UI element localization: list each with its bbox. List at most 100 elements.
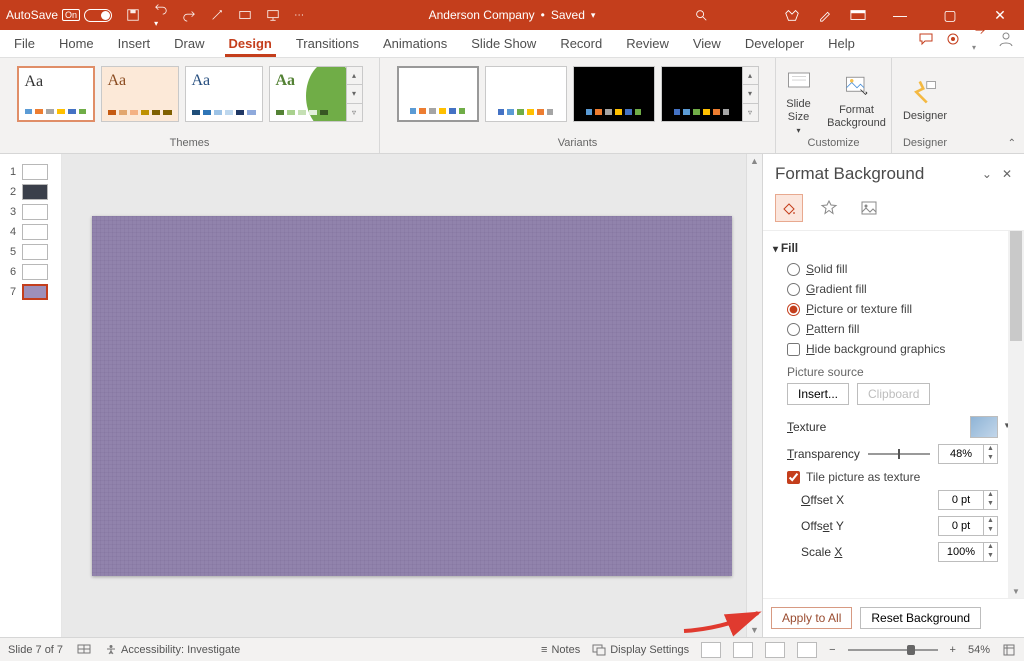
tab-file[interactable]: File [10, 30, 39, 57]
tab-insert[interactable]: Insert [114, 30, 155, 57]
reset-background-button[interactable]: Reset Background [860, 607, 981, 629]
tab-design[interactable]: Design [225, 30, 276, 57]
thumb-number: 1 [10, 166, 16, 178]
undo-icon[interactable]: ▾ [154, 1, 168, 29]
slide-size-icon [785, 66, 813, 94]
insert-button[interactable]: Insert... [787, 383, 849, 405]
reading-view-button[interactable] [765, 642, 785, 658]
language-icon[interactable] [77, 644, 91, 656]
premium-icon[interactable] [784, 8, 800, 22]
canvas-scrollbar[interactable] [746, 154, 762, 637]
variant-thumb-2[interactable] [485, 66, 567, 122]
fill-section-header[interactable]: Fill [773, 237, 1020, 259]
picture-fill-radio[interactable]: Picture or texture fill [773, 299, 1020, 319]
solid-fill-radio[interactable]: Solid fill [773, 259, 1020, 279]
slide-thumbnail[interactable]: 3 [0, 202, 61, 222]
variant-thumb-3[interactable] [573, 66, 655, 122]
tab-record[interactable]: Record [556, 30, 606, 57]
tab-developer[interactable]: Developer [741, 30, 808, 57]
minimize-button[interactable]: — [884, 0, 916, 30]
effects-tab-icon[interactable] [815, 194, 843, 222]
variant-thumb-4[interactable] [661, 66, 743, 122]
search-icon[interactable] [694, 8, 708, 22]
zoom-level[interactable]: 54% [968, 644, 990, 656]
theme-thumb-3[interactable]: Aa [185, 66, 263, 122]
slide-canvas[interactable] [92, 216, 732, 576]
slide-thumbnail[interactable]: 2 [0, 182, 61, 202]
panel-scrollbar[interactable]: ▲▼ [1008, 231, 1024, 598]
tab-animations[interactable]: Animations [379, 30, 451, 57]
picture-tab-icon[interactable] [855, 194, 883, 222]
tile-checkbox[interactable]: Tile picture as texture [773, 467, 1020, 487]
normal-view-button[interactable] [701, 642, 721, 658]
texture-dropdown[interactable] [970, 416, 998, 438]
slide-size-button[interactable]: Slide Size ▾ [776, 66, 822, 136]
title-dropdown-icon[interactable]: ▾ [591, 10, 596, 21]
ribbon-mode-icon[interactable] [850, 9, 866, 21]
autosave-toggle[interactable]: AutoSave On [6, 8, 112, 22]
format-background-button[interactable]: Format Background [822, 66, 892, 136]
slide-thumbnail[interactable]: 7 [0, 282, 61, 302]
fit-to-window-button[interactable] [1002, 643, 1016, 657]
variants-scroll[interactable]: ▴▾▿ [743, 66, 759, 122]
slide-counter[interactable]: Slide 7 of 7 [8, 644, 63, 656]
scale-x-spinner[interactable]: ▲▼ [938, 542, 998, 562]
variants-gallery[interactable] [397, 66, 743, 122]
zoom-out-button[interactable]: − [829, 644, 835, 656]
slide-thumbnail[interactable]: 6 [0, 262, 61, 282]
transparency-spinner[interactable]: ▲▼ [938, 444, 998, 464]
notes-button[interactable]: ≡ Notes [541, 644, 580, 656]
tab-review[interactable]: Review [622, 30, 673, 57]
record-icon[interactable] [946, 32, 960, 46]
close-button[interactable]: ✕ [984, 0, 1016, 30]
tab-home[interactable]: Home [55, 30, 98, 57]
theme-thumb-4[interactable]: Aa [269, 66, 347, 122]
tab-view[interactable]: View [689, 30, 725, 57]
fill-tab-icon[interactable] [775, 194, 803, 222]
maximize-button[interactable]: ▢ [934, 0, 966, 30]
save-icon[interactable] [126, 8, 140, 22]
slide-thumbnail[interactable]: 1 [0, 162, 61, 182]
ribbon-collapse-icon[interactable]: ⌃ [1008, 138, 1016, 149]
variant-thumb-1[interactable] [397, 66, 479, 122]
zoom-in-button[interactable]: + [950, 644, 956, 656]
qat-overflow-icon[interactable]: ⋯ [294, 10, 304, 21]
autosave-state: On [62, 9, 80, 21]
slide-thumbnail[interactable]: 4 [0, 222, 61, 242]
hide-bg-checkbox[interactable]: Hide background graphics [773, 339, 1020, 359]
tab-draw[interactable]: Draw [170, 30, 208, 57]
quick-icon-2[interactable] [238, 8, 252, 22]
theme-thumb-2[interactable]: Aa [101, 66, 179, 122]
theme-thumb-1[interactable]: Aa [17, 66, 95, 122]
texture-label: Texture [787, 420, 962, 434]
themes-scroll[interactable]: ▴▾▿ [347, 66, 363, 122]
tab-help[interactable]: Help [824, 30, 859, 57]
account-icon[interactable] [998, 31, 1014, 47]
display-settings-button[interactable]: Display Settings [592, 644, 689, 656]
sorter-view-button[interactable] [733, 642, 753, 658]
thumb-preview [22, 224, 48, 240]
offset-x-spinner[interactable]: ▲▼ [938, 490, 998, 510]
offset-y-spinner[interactable]: ▲▼ [938, 516, 998, 536]
panel-close-icon[interactable]: ✕ [1002, 167, 1012, 181]
themes-gallery[interactable]: Aa Aa Aa Aa [17, 66, 347, 122]
thumb-number: 5 [10, 246, 16, 258]
zoom-slider[interactable] [848, 649, 938, 651]
comments-icon[interactable] [918, 32, 934, 46]
quick-icon-1[interactable] [210, 8, 224, 22]
pattern-fill-radio[interactable]: Pattern fill [773, 319, 1020, 339]
slideshow-view-button[interactable] [797, 642, 817, 658]
tab-slideshow[interactable]: Slide Show [467, 30, 540, 57]
thumb-preview [22, 164, 48, 180]
accessibility-status[interactable]: Accessibility: Investigate [105, 644, 240, 656]
apply-to-all-button[interactable]: Apply to All [771, 607, 852, 629]
tab-transitions[interactable]: Transitions [292, 30, 363, 57]
pen-icon[interactable] [818, 8, 832, 22]
slide-thumbnail[interactable]: 5 [0, 242, 61, 262]
redo-icon[interactable] [182, 8, 196, 22]
designer-button[interactable]: Designer [897, 66, 953, 136]
present-icon[interactable] [266, 8, 280, 22]
panel-options-icon[interactable]: ⌄ [982, 167, 992, 181]
transparency-slider[interactable] [868, 453, 930, 455]
gradient-fill-radio[interactable]: Gradient fill [773, 279, 1020, 299]
